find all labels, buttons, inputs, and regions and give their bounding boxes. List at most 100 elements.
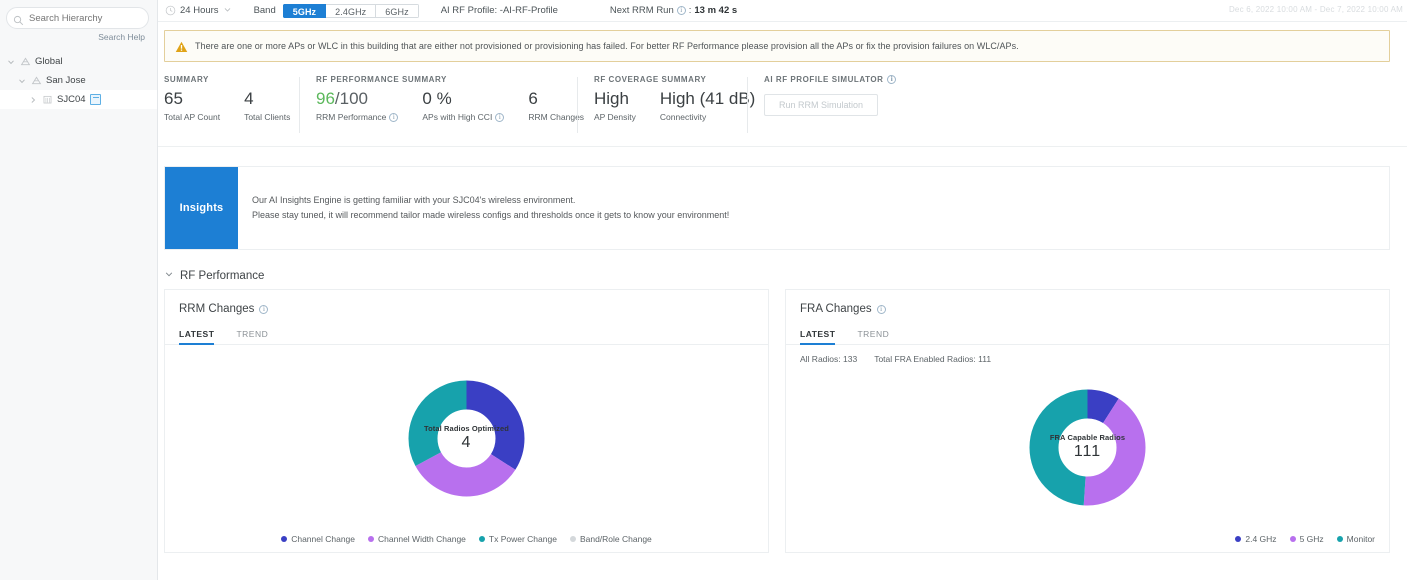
summary-divider xyxy=(158,146,1407,147)
metric-value: High (41 dB) xyxy=(659,89,756,108)
legend-item-tx-power-change[interactable]: Tx Power Change xyxy=(478,534,557,544)
legend-item-2-4ghz[interactable]: 2.4 GHz xyxy=(1235,534,1277,544)
metric-label: RRM Changes xyxy=(528,112,585,122)
fra-changes-donut[interactable]: FRA Capable Radios 111 xyxy=(1015,375,1160,520)
stat-total-fra-enabled-radios: Total FRA Enabled Radios: 111 xyxy=(874,354,991,364)
fra-changes-card: FRA Changes i LATEST TREND All Radios: 1… xyxy=(785,289,1390,553)
rrm-donut-center: Total Radios Optimized 4 xyxy=(394,424,539,452)
ai-rf-profile-label: AI RF Profile: -AI-RF-Profile xyxy=(440,5,558,16)
fra-card-tabs: LATEST TREND xyxy=(800,329,1375,345)
fra-radio-stats: All Radios: 133 Total FRA Enabled Radios… xyxy=(800,354,1375,364)
tree-item-label: SJC04 xyxy=(57,94,86,105)
rrm-card-title: RRM Changes i xyxy=(179,303,754,315)
insights-body: Our AI Insights Engine is getting famili… xyxy=(238,167,743,249)
chevron-right-icon[interactable] xyxy=(28,95,38,105)
run-rrm-simulation-button[interactable]: Run RRM Simulation xyxy=(764,94,879,116)
legend-dot xyxy=(1235,536,1242,542)
tree-item-global[interactable]: Global xyxy=(0,52,157,71)
next-rrm-run-separator: : xyxy=(688,5,692,16)
rrm-donut-container: Total Radios Optimized 4 xyxy=(165,350,768,526)
tab-trend[interactable]: TREND xyxy=(236,329,268,345)
next-rrm-run-label: Next RRM Run xyxy=(609,5,674,16)
legend-label: 5 GHz xyxy=(1299,534,1324,544)
rf-performance-summary-block: RF PERFORMANCE SUMMARY 96/100 RRM Perfor… xyxy=(299,75,584,135)
info-icon[interactable]: i xyxy=(876,304,886,314)
rrm-changes-donut[interactable]: Total Radios Optimized 4 xyxy=(394,366,539,511)
legend-item-channel-width-change[interactable]: Channel Width Change xyxy=(368,534,466,544)
stat-label: All Radios: xyxy=(800,354,841,364)
legend-dot xyxy=(478,536,485,542)
band-label: Band xyxy=(253,5,276,16)
insights-line-2: Please stay tuned, it will recommend tai… xyxy=(252,210,730,220)
legend-item-channel-change[interactable]: Channel Change xyxy=(281,534,355,544)
band-option-2-4ghz[interactable]: 2.4GHz xyxy=(326,3,377,18)
summary-title: SUMMARY xyxy=(164,75,209,84)
ai-rf-profile-simulator-block: AI RF PROFILE SIMULATOR i Run RRM Simula… xyxy=(747,75,947,135)
rrm-card-tabs: LATEST TREND xyxy=(179,329,754,345)
metric-label: AP Density xyxy=(594,112,636,122)
legend-item-monitor[interactable]: Monitor xyxy=(1336,534,1375,544)
floor-plan-badge-icon[interactable] xyxy=(89,94,101,105)
legend-label: Channel Width Change xyxy=(378,534,466,544)
fra-legend: 2.4 GHz 5 GHz Monitor xyxy=(1235,534,1375,544)
tree-item-san-jose[interactable]: San Jose xyxy=(0,71,157,90)
tab-trend[interactable]: TREND xyxy=(857,329,889,345)
legend-item-band-role-change[interactable]: Band/Role Change xyxy=(569,534,652,544)
stat-value: 111 xyxy=(978,354,992,364)
fra-donut-center: FRA Capable Radios 111 xyxy=(1015,433,1160,461)
chevron-down-icon[interactable] xyxy=(164,269,174,282)
legend-label: Tx Power Change xyxy=(488,534,557,544)
donut-center-value: 4 xyxy=(461,434,472,451)
simulator-title-text: AI RF PROFILE SIMULATOR xyxy=(764,75,884,84)
metric-label: APs with High CCI xyxy=(422,112,493,122)
fra-donut-container: FRA Capable Radios 111 xyxy=(786,368,1389,526)
stat-value: 133 xyxy=(843,354,858,364)
band-option-6ghz[interactable]: 6GHz xyxy=(376,3,419,18)
provision-warning-banner: There are one or more APs or WLC in this… xyxy=(164,30,1390,62)
info-icon[interactable]: i xyxy=(676,6,686,15)
band-option-5ghz[interactable]: 5GHz xyxy=(282,3,327,18)
card-title-text: FRA Changes xyxy=(800,303,872,315)
legend-label: Band/Role Change xyxy=(579,534,652,544)
donut-center-label: Total Radios Optimized xyxy=(424,424,509,433)
info-icon[interactable]: i xyxy=(259,304,269,314)
legend-item-5ghz[interactable]: 5 GHz xyxy=(1289,534,1324,544)
metric-value: 6 xyxy=(528,89,538,108)
metric-label: Total AP Count xyxy=(164,112,221,122)
tab-latest[interactable]: LATEST xyxy=(179,329,215,345)
search-input[interactable] xyxy=(29,9,161,27)
info-icon[interactable]: i xyxy=(887,75,897,84)
metric-rrm-changes: 6 RRM Changes xyxy=(528,88,584,122)
warning-icon xyxy=(175,40,188,53)
legend-dot xyxy=(1336,536,1343,542)
tab-latest[interactable]: LATEST xyxy=(800,329,836,345)
site-icon xyxy=(31,75,42,86)
info-icon[interactable]: i xyxy=(495,112,505,122)
hierarchy-sidebar: Search Help Global San Jose xyxy=(0,0,172,580)
info-icon[interactable]: i xyxy=(389,112,399,122)
tree-item-sjc04[interactable]: SJC04 xyxy=(0,90,157,109)
insights-line-1: Our AI Insights Engine is getting famili… xyxy=(252,195,576,205)
section-title: RF Performance xyxy=(180,269,265,282)
chevron-down-icon[interactable] xyxy=(17,76,27,86)
summary-block: SUMMARY 65 Total AP Count 4 Total Client… xyxy=(164,75,299,135)
legend-dot xyxy=(1289,536,1296,542)
metric-rrm-performance: 96/100 RRM Performance i xyxy=(316,88,399,122)
search-help-link[interactable]: Search Help xyxy=(0,32,145,42)
rf-coverage-summary-title: RF COVERAGE SUMMARY xyxy=(594,75,707,84)
chevron-down-icon[interactable] xyxy=(6,57,16,67)
metric-ap-density: High AP Density xyxy=(594,88,636,122)
metric-label: RRM Performance xyxy=(316,112,387,122)
time-range-filter[interactable]: 24 Hours xyxy=(165,5,232,17)
legend-dot xyxy=(569,536,576,542)
rf-performance-summary-title: RF PERFORMANCE SUMMARY xyxy=(316,75,447,84)
next-rrm-run-value: 13 m 42 s xyxy=(694,5,738,16)
legend-label: Channel Change xyxy=(291,534,356,544)
metric-value: High xyxy=(594,89,629,108)
metric-label: Connectivity xyxy=(659,112,707,122)
tree-item-label: San Jose xyxy=(46,75,86,86)
rf-performance-section-header[interactable]: RF Performance xyxy=(164,269,1407,282)
search-hierarchy-container[interactable] xyxy=(6,7,172,29)
donut-center-value: 111 xyxy=(1073,443,1102,460)
chevron-down-icon[interactable] xyxy=(223,5,232,17)
